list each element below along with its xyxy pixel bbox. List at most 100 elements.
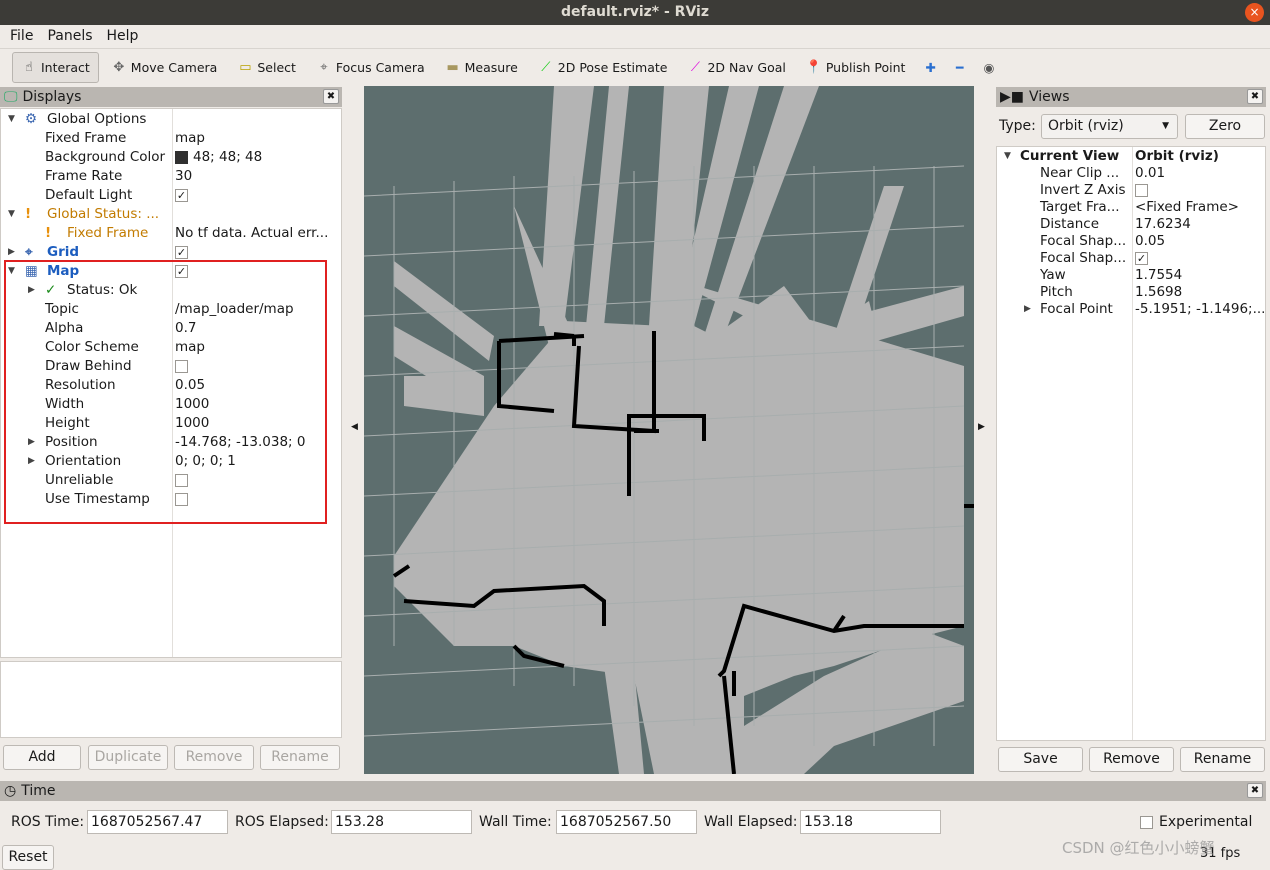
- tool-2d-pose-estimate[interactable]: ⟋ 2D Pose Estimate: [530, 52, 676, 83]
- expand-down-icon[interactable]: ▼: [8, 110, 15, 129]
- displays-title: Displays: [22, 89, 82, 105]
- tool-label: 2D Pose Estimate: [557, 59, 668, 75]
- close-views-button[interactable]: ✖: [1247, 89, 1263, 104]
- property-value[interactable]: 17.6234: [1135, 216, 1265, 233]
- checkbox[interactable]: ✓: [175, 245, 188, 259]
- close-displays-button[interactable]: ✖: [323, 89, 339, 104]
- view-row[interactable]: Focal Shap... 0.05: [997, 233, 1265, 250]
- duplicate-button[interactable]: Duplicate: [88, 745, 168, 770]
- property-value[interactable]: -5.1951; -1.1496;...: [1135, 301, 1265, 318]
- select-icon: ▭: [239, 59, 252, 75]
- property-value[interactable]: 0.05: [1135, 233, 1265, 250]
- property-value[interactable]: 1.7554: [1135, 267, 1265, 284]
- property-name: Fixed Frame: [45, 130, 127, 146]
- plus-icon[interactable]: ✚: [917, 52, 943, 83]
- tool-2d-nav-goal[interactable]: ⟋ 2D Nav Goal: [679, 52, 793, 83]
- collapse-left-arrow[interactable]: ◀: [351, 422, 358, 432]
- view-row[interactable]: Yaw 1.7554: [997, 267, 1265, 284]
- view-row[interactable]: Target Fra... <Fixed Frame>: [997, 199, 1265, 216]
- property-value[interactable]: <Fixed Frame>: [1135, 199, 1265, 216]
- property-value[interactable]: 0.01: [1135, 165, 1265, 182]
- property-value[interactable]: Orbit (rviz): [1135, 148, 1265, 165]
- property-value[interactable]: map: [175, 129, 340, 148]
- title-bar: default.rviz* - RViz: [0, 0, 1270, 25]
- collapse-right-arrow[interactable]: ▶: [978, 422, 985, 432]
- value-text: 48; 48; 48: [193, 149, 263, 165]
- display-row[interactable]: ! Fixed Frame No tf data. Actual err...: [1, 224, 341, 243]
- display-row[interactable]: Fixed Frame map: [1, 129, 341, 148]
- wall-time-field[interactable]: 1687052567.50: [556, 810, 697, 834]
- rename-display-button[interactable]: Rename: [260, 745, 340, 770]
- property-name: Near Clip ...: [1040, 165, 1120, 181]
- experimental-checkbox[interactable]: [1140, 816, 1153, 829]
- tool-measure[interactable]: ▬ Measure: [437, 52, 526, 83]
- display-icon: ⚙: [25, 111, 38, 127]
- property-value[interactable]: 48; 48; 48: [175, 148, 340, 167]
- tool-publish-point[interactable]: 📍 Publish Point: [798, 52, 914, 83]
- display-row[interactable]: ▼! Global Status: ...: [1, 205, 341, 224]
- menu-panels[interactable]: Panels: [47, 25, 92, 47]
- view-row[interactable]: Pitch 1.5698: [997, 284, 1265, 301]
- views-header: ▶■ Views ✖: [996, 87, 1266, 107]
- view-row[interactable]: ▼ Current View Orbit (rviz): [997, 148, 1265, 165]
- display-row[interactable]: Default Light ✓: [1, 186, 341, 205]
- tool-focus-camera[interactable]: ⌖ Focus Camera: [308, 52, 433, 83]
- property-name: Distance: [1040, 216, 1100, 232]
- property-value[interactable]: 30: [175, 167, 340, 186]
- view-row[interactable]: Invert Z Axis: [997, 182, 1265, 199]
- checkbox[interactable]: [1135, 183, 1148, 197]
- minus-icon[interactable]: ━: [948, 52, 972, 83]
- display-row[interactable]: ▼ ⚙ Global Options: [1, 110, 341, 129]
- save-view-button[interactable]: Save: [998, 747, 1083, 772]
- pin-icon: 📍: [805, 59, 823, 75]
- tool-move-camera[interactable]: ✥ Move Camera: [103, 52, 226, 83]
- display-row[interactable]: Frame Rate 30: [1, 167, 341, 186]
- property-value[interactable]: No tf data. Actual err...: [175, 224, 340, 243]
- property-value[interactable]: 1.5698: [1135, 284, 1265, 301]
- close-time-button[interactable]: ✖: [1247, 783, 1263, 798]
- view-row[interactable]: Focal Shap... ✓: [997, 250, 1265, 267]
- rename-view-button[interactable]: Rename: [1180, 747, 1265, 772]
- views-tree[interactable]: ▼ Current View Orbit (rviz) Near Clip ... 0.…: [996, 146, 1266, 741]
- property-name: Target Fra...: [1040, 199, 1120, 215]
- monitor-icon: 🖵: [4, 89, 18, 105]
- view-row[interactable]: Near Clip ... 0.01: [997, 165, 1265, 182]
- add-button[interactable]: Add: [3, 745, 81, 770]
- expand-right-icon[interactable]: ▶: [1024, 301, 1031, 318]
- tool-label: Publish Point: [825, 59, 906, 75]
- wall-elapsed-field[interactable]: 153.18: [800, 810, 941, 834]
- property-name: Global Options: [47, 111, 147, 127]
- color-swatch[interactable]: [175, 150, 188, 164]
- view-row[interactable]: Distance 17.6234: [997, 216, 1265, 233]
- ros-elapsed-label: ROS Elapsed:: [235, 814, 329, 830]
- display-row[interactable]: Background Color 48; 48; 48: [1, 148, 341, 167]
- ros-time-field[interactable]: 1687052567.47: [87, 810, 228, 834]
- zero-button[interactable]: Zero: [1185, 114, 1265, 139]
- property-name: Global Status: ...: [47, 206, 160, 222]
- tool-select[interactable]: ▭ Select: [229, 52, 304, 83]
- ros-elapsed-field[interactable]: 153.28: [331, 810, 472, 834]
- expand-down-icon[interactable]: ▼: [1004, 148, 1011, 165]
- property-name: Default Light: [45, 187, 133, 203]
- views-title: Views: [1029, 89, 1070, 105]
- render-viewport[interactable]: [364, 86, 974, 774]
- eye-icon[interactable]: ◉: [975, 52, 1002, 83]
- remove-display-button[interactable]: Remove: [174, 745, 254, 770]
- menu-file[interactable]: File: [10, 25, 33, 47]
- menu-bar: File Panels Help: [0, 25, 1270, 47]
- magenta-arrow-icon: ⟋: [690, 59, 700, 75]
- reset-button[interactable]: Reset: [2, 845, 54, 870]
- window-close-button[interactable]: ×: [1245, 3, 1264, 22]
- expand-down-icon[interactable]: ▼: [8, 205, 15, 224]
- checkbox[interactable]: ✓: [1135, 251, 1148, 265]
- ruler-icon: ▬: [446, 59, 459, 75]
- view-row[interactable]: ▶ Focal Point -5.1951; -1.1496;...: [997, 301, 1265, 318]
- property-name: Frame Rate: [45, 168, 123, 184]
- checkbox[interactable]: ✓: [175, 188, 188, 202]
- view-type-select[interactable]: Orbit (rviz) ▼: [1041, 114, 1178, 139]
- remove-view-button[interactable]: Remove: [1089, 747, 1174, 772]
- tool-label: Focus Camera: [335, 59, 425, 75]
- toolbar: ☝ Interact ✥ Move Camera ▭ Select ⌖ Focus Camer…: [0, 48, 1270, 85]
- menu-help[interactable]: Help: [107, 25, 139, 47]
- tool-interact[interactable]: ☝ Interact: [12, 51, 99, 83]
